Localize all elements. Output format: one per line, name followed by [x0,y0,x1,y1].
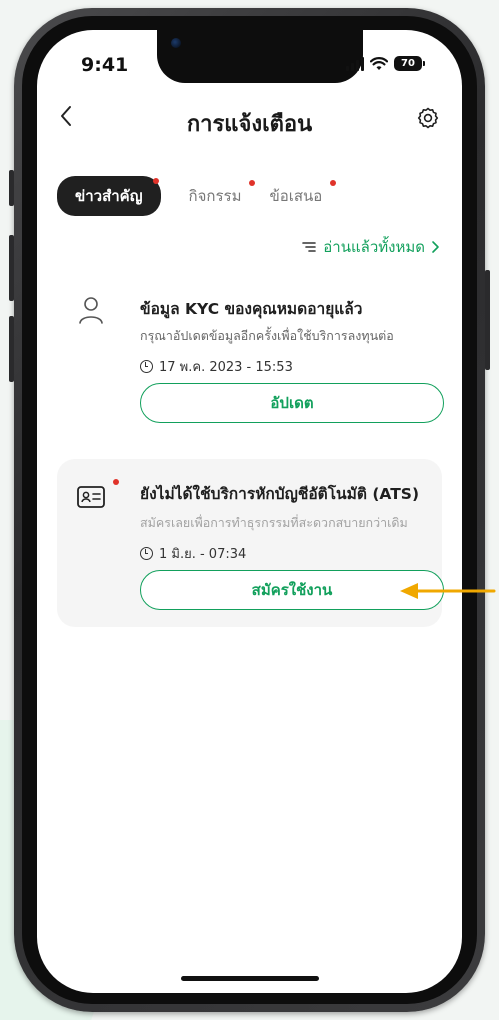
battery-icon: 70 [394,56,425,71]
unread-dot [113,479,119,485]
signal-icon [346,56,364,71]
chevron-right-icon [432,241,439,253]
tab-label: กิจกรรม [188,187,242,205]
power-button [485,270,490,370]
notification-time: 1 มิ.ย. - 07:34 [140,543,246,564]
id-card-icon [77,481,105,511]
clock-icon [140,360,153,373]
notification-title: ข้อมูล KYC ของคุณหมดอายุแล้ว [140,300,363,318]
notification-card-kyc[interactable]: ข้อมูล KYC ของคุณหมดอายุแล้ว กรุณาอัปเดต… [57,284,444,444]
unread-dot [152,178,159,184]
clock-icon [140,547,153,560]
volume-down-button [9,316,14,382]
unread-dot [249,180,256,186]
filter-lines-icon [302,242,317,252]
tab-offers[interactable]: ข้อเสนอ [269,180,337,208]
notification-timestamp: 17 พ.ค. 2023 - 15:53 [159,360,293,375]
annotation-arrow-icon [400,583,496,599]
notification-title: ยังไม่ได้ใช้บริการหักบัญชีอัติโนมัติ (AT… [140,485,420,503]
tab-label: ข้อเสนอ [269,187,323,205]
tab-important-news[interactable]: ข่าวสำคัญ [57,176,161,216]
user-icon [77,296,105,326]
battery-level: 70 [401,58,415,69]
unread-dot [330,180,337,186]
volume-up-button [9,235,14,301]
app-screen: 9:41 70 การแจ้งเตือน ข่าวสำคัญ กิจกรรม ข… [37,30,462,993]
status-time: 9:41 [81,54,129,76]
mark-all-read-button[interactable]: อ่านแล้วทั้งหมด [301,235,440,259]
notification-timestamp: 1 มิ.ย. - 07:34 [159,547,247,562]
home-indicator [181,976,319,981]
front-camera [171,38,181,48]
notification-time: 17 พ.ค. 2023 - 15:53 [140,356,293,377]
tab-label: ข่าวสำคัญ [75,187,143,205]
settings-button[interactable] [416,106,440,130]
gear-icon [417,107,439,129]
notification-description: กรุณาอัปเดตข้อมูลอีกครั้งเพื่อใช้บริการล… [140,328,394,343]
tab-activities[interactable]: กิจกรรม [188,180,256,208]
mute-switch [9,170,14,206]
notch [157,30,363,83]
mark-all-read-label: อ่านแล้วทั้งหมด [323,238,425,256]
status-icons: 70 [346,56,425,71]
notification-tabs: ข่าวสำคัญ กิจกรรม ข้อเสนอ [57,176,350,216]
notification-description: สมัครเลยเพื่อการทำธุรกรรมที่สะดวกสบายกว่… [140,515,408,530]
wifi-icon [370,56,388,70]
notification-card-ats[interactable]: ยังไม่ได้ใช้บริการหักบัญชีอัติโนมัติ (AT… [57,459,444,627]
page-title: การแจ้งเตือน [186,112,313,137]
update-button[interactable]: อัปเดต [140,383,444,423]
